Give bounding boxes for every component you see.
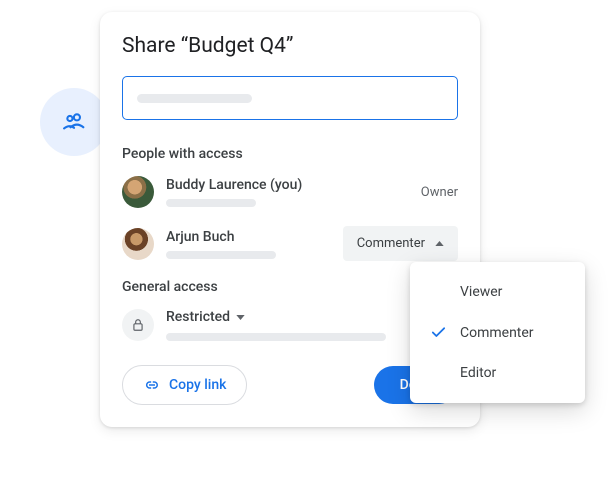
person-name: Buddy Laurence (you) bbox=[166, 177, 421, 193]
person-row: Buddy Laurence (you) Owner bbox=[122, 176, 458, 208]
caret-up-icon bbox=[435, 241, 444, 246]
menu-item-label: Editor bbox=[460, 365, 496, 381]
menu-item-viewer[interactable]: Viewer bbox=[410, 272, 585, 312]
lock-icon bbox=[131, 318, 145, 332]
person-email-shimmer bbox=[166, 251, 276, 259]
role-dropdown-label: Commenter bbox=[357, 236, 425, 251]
menu-item-label: Commenter bbox=[460, 325, 534, 341]
general-access-section: General access Restricted bbox=[122, 279, 458, 341]
avatar bbox=[122, 176, 154, 208]
role-dropdown-menu: Viewer Commenter Editor bbox=[410, 262, 585, 403]
lock-icon-badge bbox=[122, 309, 154, 341]
copy-link-button[interactable]: Copy link bbox=[122, 365, 247, 405]
menu-item-editor[interactable]: Editor bbox=[410, 353, 585, 393]
input-placeholder-shimmer bbox=[137, 94, 252, 103]
general-access-value: Restricted bbox=[166, 309, 230, 325]
menu-item-label: Viewer bbox=[460, 284, 502, 300]
dialog-actions: Copy link Done bbox=[122, 365, 458, 405]
link-icon bbox=[143, 376, 161, 394]
owner-label: Owner bbox=[421, 185, 458, 200]
add-people-input[interactable] bbox=[122, 76, 458, 120]
general-access-sub-shimmer bbox=[166, 333, 386, 341]
caret-down-icon bbox=[236, 315, 245, 320]
copy-link-label: Copy link bbox=[169, 377, 226, 393]
person-row: Arjun Buch Commenter bbox=[122, 226, 458, 261]
general-section-label: General access bbox=[122, 279, 458, 295]
menu-item-commenter[interactable]: Commenter bbox=[410, 312, 585, 353]
person-info: Arjun Buch bbox=[166, 229, 343, 259]
person-info: Buddy Laurence (you) bbox=[166, 177, 421, 207]
avatar bbox=[122, 228, 154, 260]
general-access-row: Restricted bbox=[122, 309, 458, 341]
person-email-shimmer bbox=[166, 199, 256, 207]
check-icon bbox=[428, 324, 448, 341]
person-name: Arjun Buch bbox=[166, 229, 343, 245]
people-section-label: People with access bbox=[122, 146, 458, 162]
dialog-title: Share “Budget Q4” bbox=[122, 34, 458, 58]
people-icon bbox=[60, 108, 88, 136]
role-dropdown[interactable]: Commenter bbox=[343, 226, 458, 261]
people-icon-badge bbox=[40, 88, 108, 156]
